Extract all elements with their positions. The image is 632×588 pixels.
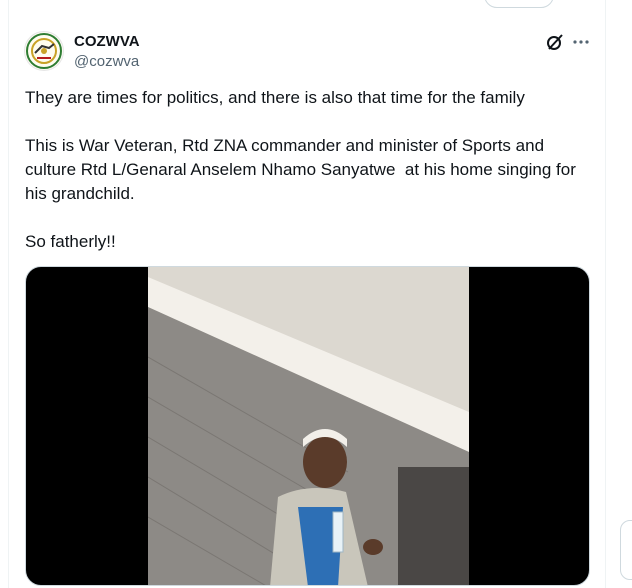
tweet-paragraph: This is War Veteran, Rtd ZNA commander a… bbox=[25, 136, 581, 203]
tweet-text: They are times for politics, and there i… bbox=[25, 86, 597, 254]
tweet-paragraph: They are times for politics, and there i… bbox=[25, 88, 525, 107]
video-frame[interactable] bbox=[148, 267, 469, 585]
tweet-paragraph: So fatherly!! bbox=[25, 232, 116, 251]
handle[interactable]: @cozwva bbox=[74, 53, 139, 71]
video-player[interactable] bbox=[25, 266, 590, 586]
display-name[interactable]: COZWVA bbox=[74, 33, 140, 51]
avatar[interactable] bbox=[24, 31, 64, 71]
more-options-icon[interactable] bbox=[572, 33, 590, 51]
cozwva-logo-icon bbox=[26, 33, 62, 69]
video-thumbnail bbox=[148, 267, 469, 585]
side-panel-tab[interactable] bbox=[620, 520, 632, 580]
grok-icon[interactable] bbox=[546, 33, 564, 51]
